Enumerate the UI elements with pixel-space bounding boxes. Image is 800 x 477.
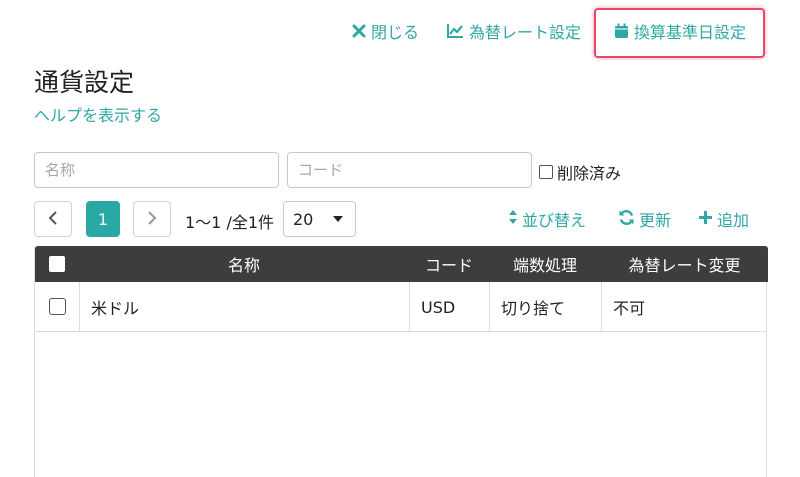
add-label: 追加	[717, 211, 750, 230]
refresh-button[interactable]: 更新	[618, 207, 671, 231]
previous-page-button[interactable]	[34, 201, 72, 237]
exchange-rate-settings-label: 為替レート設定	[469, 23, 582, 42]
chevron-left-icon	[48, 210, 58, 229]
close-icon	[352, 24, 366, 38]
deleted-filter-checkbox[interactable]: 削除済み	[539, 160, 621, 184]
close-label: 閉じる	[371, 23, 420, 42]
code-filter-input[interactable]	[287, 152, 532, 188]
calendar-icon	[614, 23, 629, 39]
cell-rounding: 切り捨て	[501, 299, 566, 318]
sort-button[interactable]: 並び替え	[508, 207, 586, 231]
deleted-checkbox-box[interactable]	[539, 165, 553, 179]
select-all-checkbox[interactable]	[49, 256, 65, 272]
column-header-name[interactable]: 名称	[79, 246, 409, 282]
plus-icon	[698, 210, 713, 229]
column-header-rate-change[interactable]: 為替レート変更	[601, 246, 768, 282]
add-button[interactable]: 追加	[698, 207, 749, 231]
conversion-base-date-settings-link[interactable]: 換算基準日設定	[614, 18, 746, 44]
cell-name: 米ドル	[91, 299, 140, 318]
chevron-right-icon	[147, 210, 157, 229]
name-filter-input[interactable]	[34, 152, 279, 188]
table-header: 名称 コード 端数処理 為替レート変更	[35, 246, 768, 282]
table-row[interactable]: 米ドル USD 切り捨て 不可	[35, 282, 766, 332]
currency-table: 名称 コード 端数処理 為替レート変更 米ドル USD 切り捨て 不可	[34, 246, 768, 477]
page-title: 通貨設定	[34, 68, 135, 97]
cell-rate-change: 不可	[613, 299, 646, 318]
refresh-icon	[618, 209, 635, 230]
cell-code: USD	[421, 297, 456, 317]
top-action-bar: 閉じる 為替レート設定 換算基準日設定	[0, 0, 800, 60]
help-link[interactable]: ヘルプを表示する	[34, 102, 162, 126]
column-header-code[interactable]: コード	[409, 246, 489, 282]
per-page-select[interactable]: 20	[283, 201, 356, 237]
row-checkbox[interactable]	[49, 298, 66, 315]
conversion-base-date-settings-label: 換算基準日設定	[634, 23, 747, 42]
sort-label: 並び替え	[522, 211, 587, 230]
sort-icon	[508, 209, 518, 229]
next-page-button[interactable]	[133, 201, 171, 237]
column-header-rounding[interactable]: 端数処理	[489, 246, 601, 282]
pagination-info: 1〜1 /全1件	[185, 213, 275, 232]
close-link[interactable]: 閉じる	[352, 18, 419, 44]
line-chart-icon	[446, 23, 464, 39]
caret-down-icon	[333, 216, 343, 222]
exchange-rate-settings-link[interactable]: 為替レート設定	[446, 18, 581, 44]
deleted-checkbox-label: 削除済み	[557, 164, 622, 183]
per-page-value: 20	[293, 209, 314, 229]
page-number-button[interactable]: 1	[86, 201, 120, 237]
refresh-label: 更新	[639, 211, 672, 230]
